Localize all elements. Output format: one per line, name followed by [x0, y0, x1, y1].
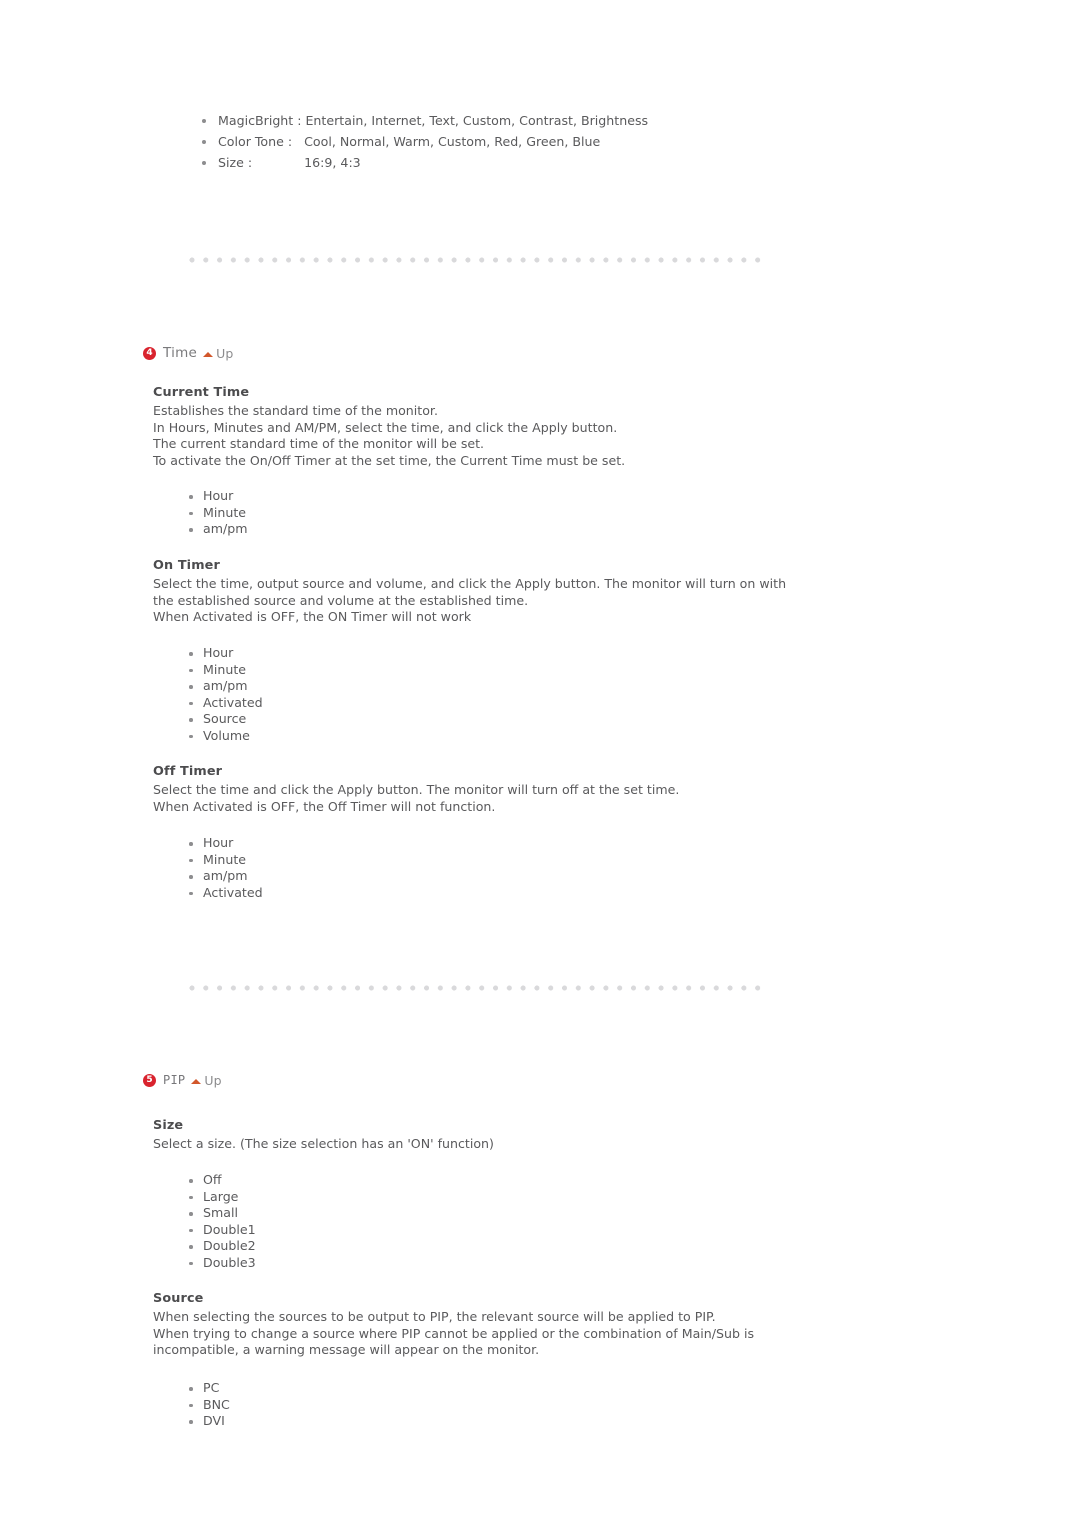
block-paragraph: Select a size. (The size selection has a… [153, 1136, 494, 1151]
list-item: Hour [181, 488, 248, 505]
option-list-on-timer: Hour Minute am/pm Activated Source Volum… [181, 645, 263, 744]
block-heading: Source [153, 1291, 204, 1306]
list-item: Color Tone : Cool, Normal, Warm, Custom,… [188, 131, 648, 152]
list-item: Hour [181, 835, 263, 852]
block-pip-size: Size Select a size. (The size selection … [153, 1118, 853, 1153]
section-divider [189, 257, 761, 263]
arrow-up-icon [203, 351, 214, 357]
section-header-pip: 5 PIP Up [143, 1070, 222, 1090]
option-list-pip-size: Off Large Small Double1 Double2 Double3 [181, 1172, 256, 1271]
block-paragraph: The current standard time of the monitor… [153, 436, 485, 452]
section-title: Time [163, 345, 198, 361]
block-paragraph: Select the time and click the Apply butt… [153, 782, 680, 797]
list-item: DVI [181, 1413, 230, 1430]
block-paragraph: In Hours, Minutes and AM/PM, select the … [153, 419, 618, 435]
list-item: PC [181, 1380, 230, 1397]
top-feature-list: MagicBright : Entertain, Internet, Text,… [188, 110, 648, 173]
option-list-pip-source: PC BNC DVI [181, 1380, 230, 1430]
list-item: Double1 [181, 1222, 256, 1239]
list-item: Activated [181, 885, 263, 902]
list-item: Hour [181, 645, 263, 662]
option-list-current-time: Hour Minute am/pm [181, 488, 248, 538]
section-header-time: 4 Time Up [143, 343, 233, 363]
up-link-label: Up [204, 1072, 222, 1088]
list-item: Off [181, 1172, 256, 1189]
list-item: am/pm [181, 521, 248, 538]
block-paragraph: Establishes the standard time of the mon… [153, 403, 438, 418]
block-paragraph: When selecting the sources to be output … [153, 1309, 716, 1324]
block-heading: Off Timer [153, 764, 223, 779]
block-heading: Current Time [153, 385, 250, 400]
block-off-timer: Off Timer Select the time and click the … [153, 764, 853, 815]
list-item: am/pm [181, 678, 263, 695]
arrow-up-icon [191, 1078, 202, 1084]
list-item: Activated [181, 695, 263, 712]
block-pip-source: Source When selecting the sources to be … [153, 1291, 943, 1359]
block-current-time: Current Time Establishes the standard ti… [153, 385, 853, 469]
list-item: Source [181, 711, 263, 728]
list-item: Large [181, 1189, 256, 1206]
up-link[interactable]: Up [191, 1072, 222, 1088]
block-paragraph: To activate the On/Off Timer at the set … [153, 452, 626, 468]
section-number-badge: 5 [143, 1073, 156, 1087]
list-item: Volume [181, 728, 263, 745]
block-paragraph: When trying to change a source where PIP… [153, 1325, 755, 1341]
block-paragraph: the established source and volume at the… [153, 592, 529, 608]
list-item: Double2 [181, 1238, 256, 1255]
list-item: Minute [181, 852, 263, 869]
block-heading: On Timer [153, 558, 220, 573]
up-link-label: Up [216, 345, 234, 361]
block-paragraph: When Activated is OFF, the ON Timer will… [153, 609, 472, 625]
block-paragraph: incompatible, a warning message will app… [153, 1342, 540, 1358]
list-item: MagicBright : Entertain, Internet, Text,… [188, 110, 648, 131]
list-item: Small [181, 1205, 256, 1222]
block-paragraph: Select the time, output source and volum… [153, 576, 787, 591]
list-item: BNC [181, 1397, 230, 1414]
section-divider [189, 985, 761, 991]
option-list-off-timer: Hour Minute am/pm Activated [181, 835, 263, 901]
section-title: PIP [163, 1073, 186, 1087]
list-item: Minute [181, 662, 263, 679]
block-paragraph: When Activated is OFF, the Off Timer wil… [153, 798, 496, 814]
list-item: Minute [181, 505, 248, 522]
up-link[interactable]: Up [203, 346, 233, 361]
list-item: Size : 16:9, 4:3 [188, 152, 648, 173]
manual-page: MagicBright : Entertain, Internet, Text,… [0, 0, 1080, 1528]
list-item: Double3 [181, 1255, 256, 1272]
block-heading: Size [153, 1118, 184, 1133]
list-item: am/pm [181, 868, 263, 885]
section-number-badge: 4 [143, 346, 156, 360]
block-on-timer: On Timer Select the time, output source … [153, 558, 943, 626]
